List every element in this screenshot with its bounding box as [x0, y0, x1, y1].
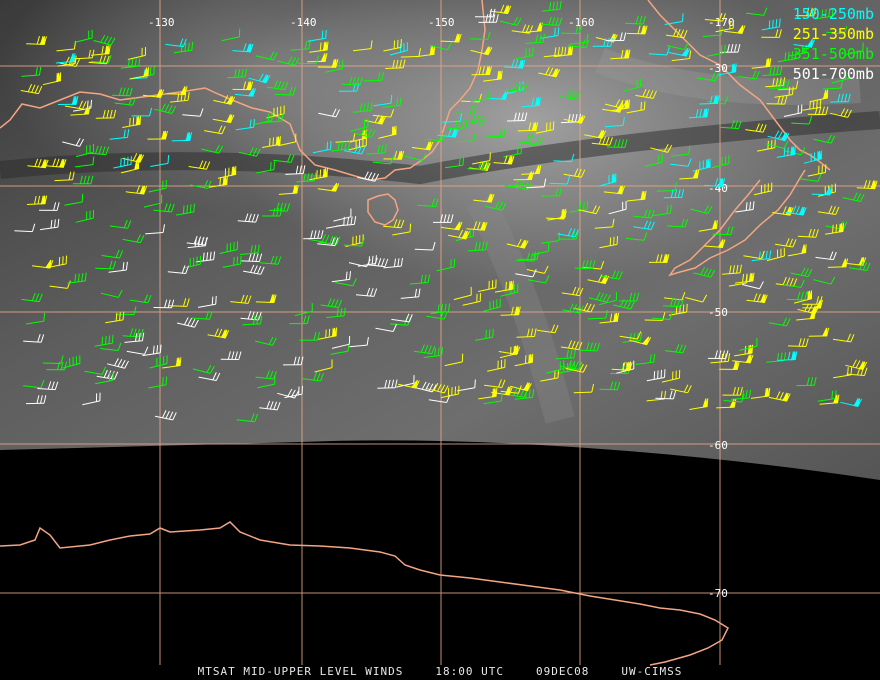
pressure-legend: 150-250mb 251-350mb 351-500mb 501-700mb [793, 4, 874, 84]
legend-item-251-350: 251-350mb [792, 25, 874, 43]
credit: UW-CIMSS [621, 665, 683, 678]
lat-label: -30 [708, 62, 728, 75]
obs-date: 09DEC08 [536, 665, 590, 678]
wind-map: -130 -140 -150 -160 -170 -30 -40 -50 -60… [0, 0, 880, 666]
lon-label: -130 [148, 16, 175, 29]
lat-label: -60 [708, 439, 728, 452]
legend-item-150-250: 150-250mb [792, 5, 874, 23]
footer-caption: MTSAT MID-UPPER LEVEL WINDS 18:00 UTC 09… [0, 665, 880, 678]
legend-item-351-500: 351-500mb [792, 45, 874, 63]
lat-label: -50 [708, 306, 728, 319]
product-title: MTSAT MID-UPPER LEVEL WINDS [197, 665, 404, 678]
lon-label: -140 [290, 16, 317, 29]
lat-label: -40 [708, 182, 728, 195]
satellite-imagery [0, 0, 880, 480]
lon-label: -150 [428, 16, 455, 29]
lat-label: -70 [708, 587, 728, 600]
obs-time: 18:00 UTC [435, 665, 505, 678]
legend-item-501-700: 501-700mb [792, 65, 874, 83]
